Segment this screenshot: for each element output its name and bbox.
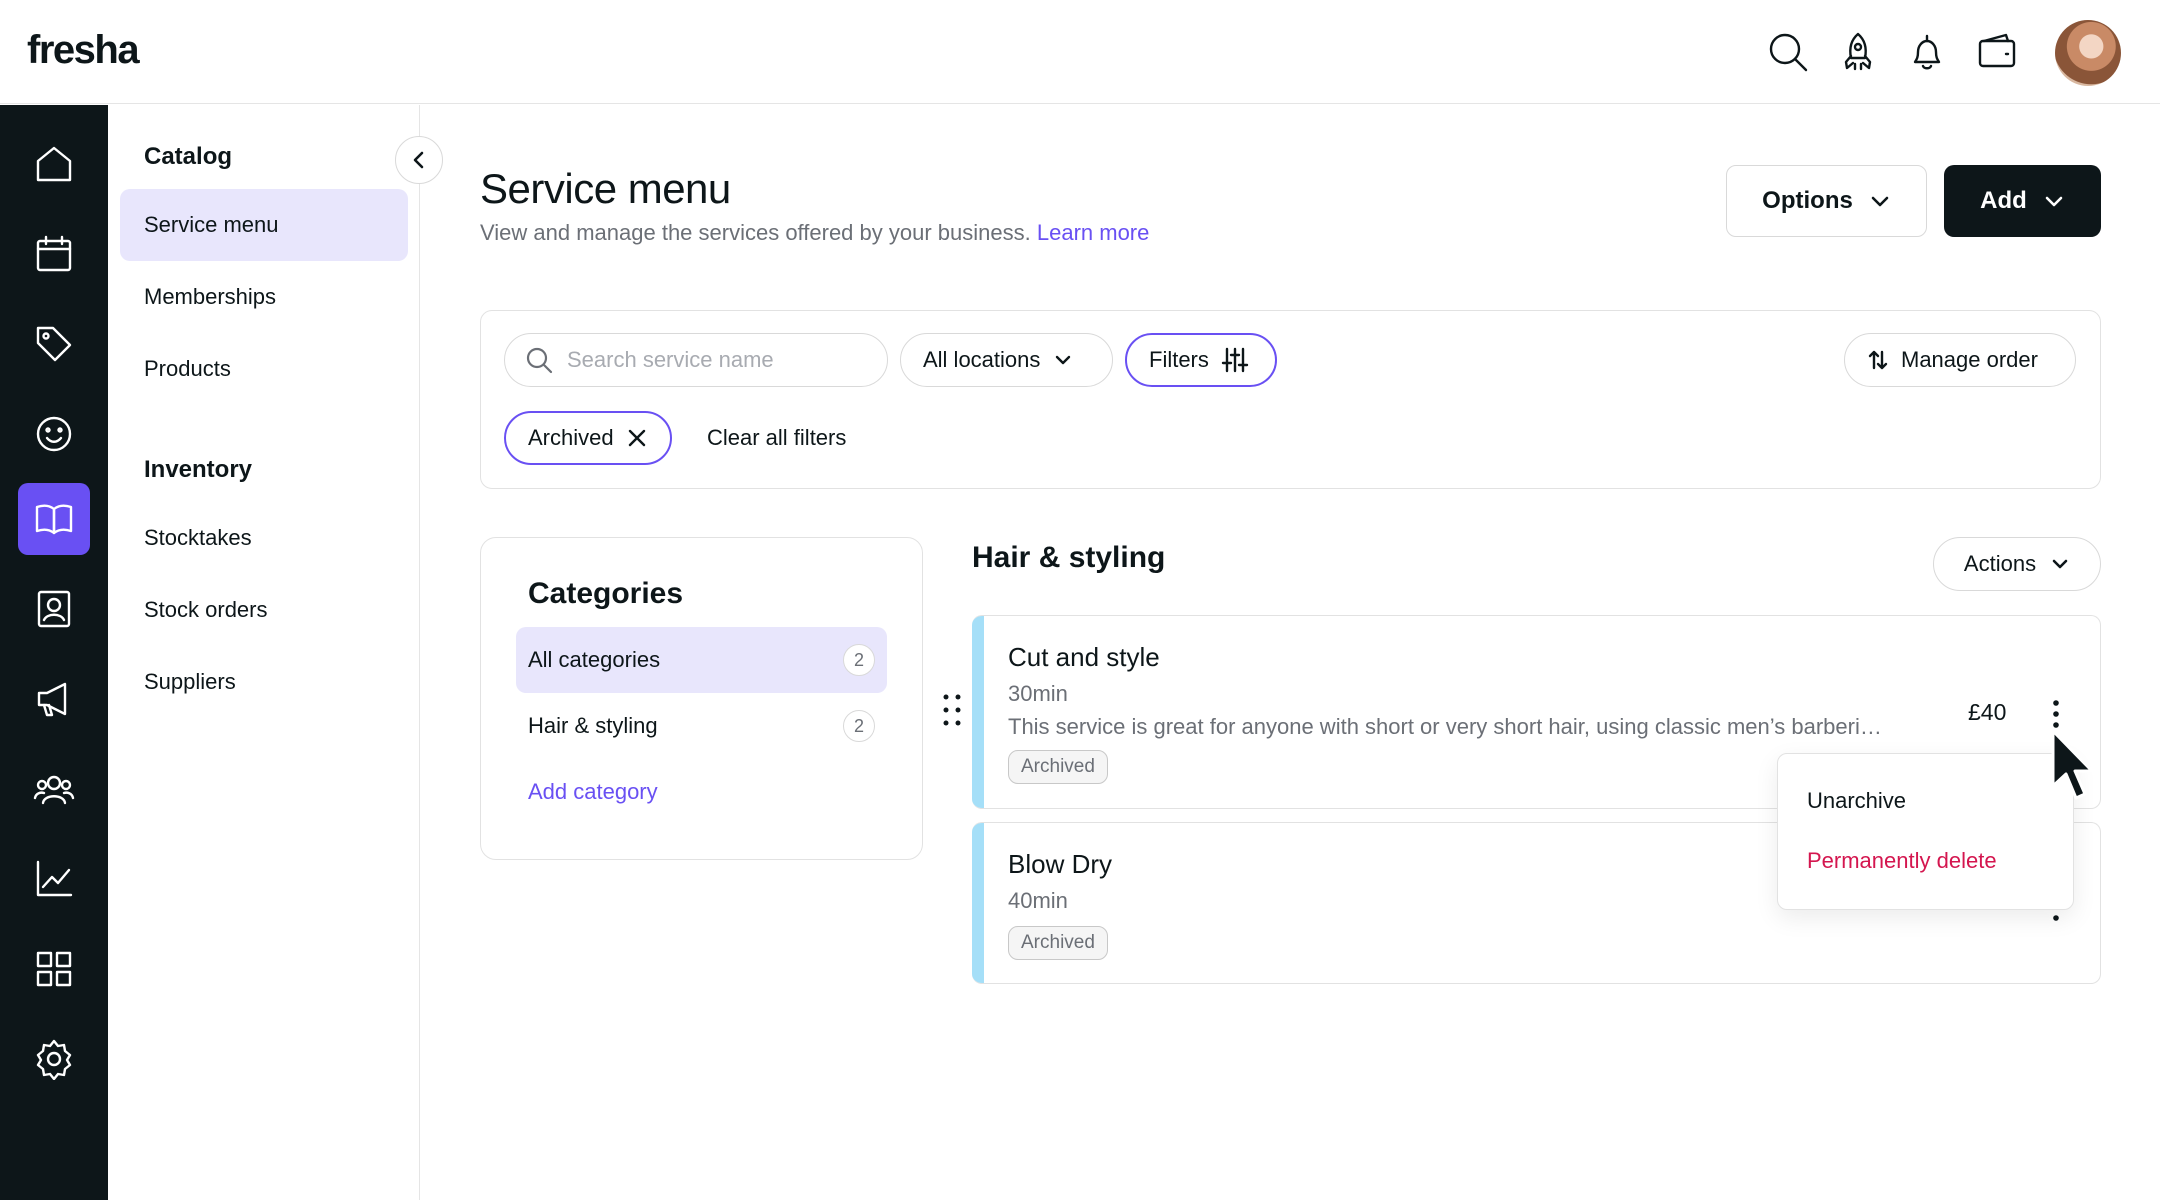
- catalog-heading: Catalog: [144, 143, 233, 170]
- actions-button[interactable]: Actions: [1933, 537, 2101, 591]
- service-name: Blow Dry: [1008, 849, 1113, 879]
- chevron-down-icon: [1871, 196, 1889, 207]
- search-icon: [526, 347, 553, 374]
- chevron-left-icon: [413, 151, 424, 169]
- nav-smile-icon[interactable]: [18, 398, 90, 470]
- filters-button[interactable]: Filters: [1125, 333, 1277, 387]
- service-description: This service is great for anyone with sh…: [1008, 714, 1888, 739]
- nav-apps-icon[interactable]: [18, 933, 90, 1005]
- collapse-sidebar-button[interactable]: [395, 136, 443, 184]
- search-field[interactable]: [504, 333, 888, 387]
- fresha-logo[interactable]: fresha: [27, 28, 140, 73]
- manage-order-label: Manage order: [1901, 347, 2038, 372]
- sidebar-item-service-menu[interactable]: Service menu: [120, 189, 408, 261]
- nav-calendar-icon[interactable]: [18, 218, 90, 290]
- categories-title: Categories: [528, 577, 684, 610]
- service-duration: 40min: [1008, 888, 1068, 913]
- user-avatar[interactable]: [2055, 20, 2121, 86]
- nav-gear-icon[interactable]: [18, 1023, 90, 1095]
- menu-item-unarchive[interactable]: Unarchive: [1807, 788, 1906, 814]
- drag-handle-icon[interactable]: [940, 692, 964, 728]
- close-icon[interactable]: [626, 427, 648, 449]
- sort-arrows-icon: [1868, 350, 1888, 370]
- locations-dropdown[interactable]: All locations: [900, 333, 1113, 387]
- options-button[interactable]: Options: [1726, 165, 1927, 237]
- nav-tag-icon[interactable]: [18, 308, 90, 380]
- menu-item-permanently-delete[interactable]: Permanently delete: [1807, 848, 1997, 874]
- rocket-icon[interactable]: [1834, 28, 1882, 76]
- add-label: Add: [1980, 187, 2027, 214]
- category-item-hair-styling[interactable]: Hair & styling 2: [516, 693, 887, 759]
- chevron-down-icon: [2045, 196, 2063, 207]
- category-count-badge: 2: [843, 710, 875, 742]
- category-item-all[interactable]: All categories 2: [516, 627, 887, 693]
- service-duration: 30min: [1008, 681, 1068, 706]
- more-options-icon[interactable]: [2048, 698, 2064, 730]
- service-price: £40: [1968, 699, 2007, 725]
- category-count-badge: 2: [843, 644, 875, 676]
- options-label: Options: [1762, 187, 1853, 214]
- learn-more-link[interactable]: Learn more: [1037, 220, 1150, 245]
- service-context-menu: Unarchive Permanently delete: [1777, 753, 2074, 910]
- catalog-sidebar: Catalog Service menu Memberships Product…: [108, 105, 420, 1200]
- nav-book-icon[interactable]: [18, 483, 90, 555]
- sidebar-item-stock-orders[interactable]: Stock orders: [120, 574, 408, 646]
- nav-chart-icon[interactable]: [18, 843, 90, 915]
- bell-icon[interactable]: [1903, 28, 1951, 76]
- service-accent-bar: [972, 823, 984, 983]
- archived-filter-chip[interactable]: Archived: [504, 411, 672, 465]
- section-title: Hair & styling: [972, 541, 1166, 574]
- nav-megaphone-icon[interactable]: [18, 663, 90, 735]
- search-input[interactable]: [567, 347, 867, 373]
- top-bar: fresha: [0, 0, 2160, 104]
- archived-tag: Archived: [1008, 750, 1108, 784]
- sidebar-item-products[interactable]: Products: [120, 333, 408, 405]
- archived-chip-label: Archived: [528, 425, 614, 450]
- chevron-down-icon: [2052, 559, 2068, 569]
- main-nav-rail: [0, 105, 108, 1200]
- inventory-heading: Inventory: [144, 456, 253, 483]
- add-button[interactable]: Add: [1944, 165, 2101, 237]
- service-name: Cut and style: [1008, 642, 1160, 672]
- page-subtitle-text: View and manage the services offered by …: [480, 220, 1031, 245]
- filters-label: Filters: [1149, 347, 1209, 372]
- sliders-icon: [1221, 347, 1249, 373]
- search-icon[interactable]: [1764, 28, 1812, 76]
- archived-tag: Archived: [1008, 926, 1108, 960]
- sidebar-item-stocktakes[interactable]: Stocktakes: [120, 502, 408, 574]
- service-accent-bar: [972, 616, 984, 808]
- add-category-link[interactable]: Add category: [528, 779, 658, 805]
- page-title: Service menu: [480, 165, 731, 212]
- actions-label: Actions: [1963, 551, 2037, 576]
- sidebar-item-suppliers[interactable]: Suppliers: [120, 646, 408, 718]
- nav-home-icon[interactable]: [18, 128, 90, 200]
- chevron-down-icon: [1056, 355, 1071, 365]
- nav-team-icon[interactable]: [18, 753, 90, 825]
- manage-order-button[interactable]: Manage order: [1844, 333, 2076, 387]
- category-label: All categories: [528, 647, 661, 672]
- mouse-cursor-icon: [2051, 729, 2094, 800]
- locations-label: All locations: [923, 347, 1041, 372]
- sidebar-item-memberships[interactable]: Memberships: [120, 261, 408, 333]
- clear-all-filters-link[interactable]: Clear all filters: [707, 425, 846, 451]
- nav-contact-icon[interactable]: [18, 573, 90, 645]
- wallet-icon[interactable]: [1973, 28, 2021, 76]
- page-subtitle: View and manage the services offered by …: [480, 220, 1149, 246]
- category-label: Hair & styling: [528, 713, 658, 738]
